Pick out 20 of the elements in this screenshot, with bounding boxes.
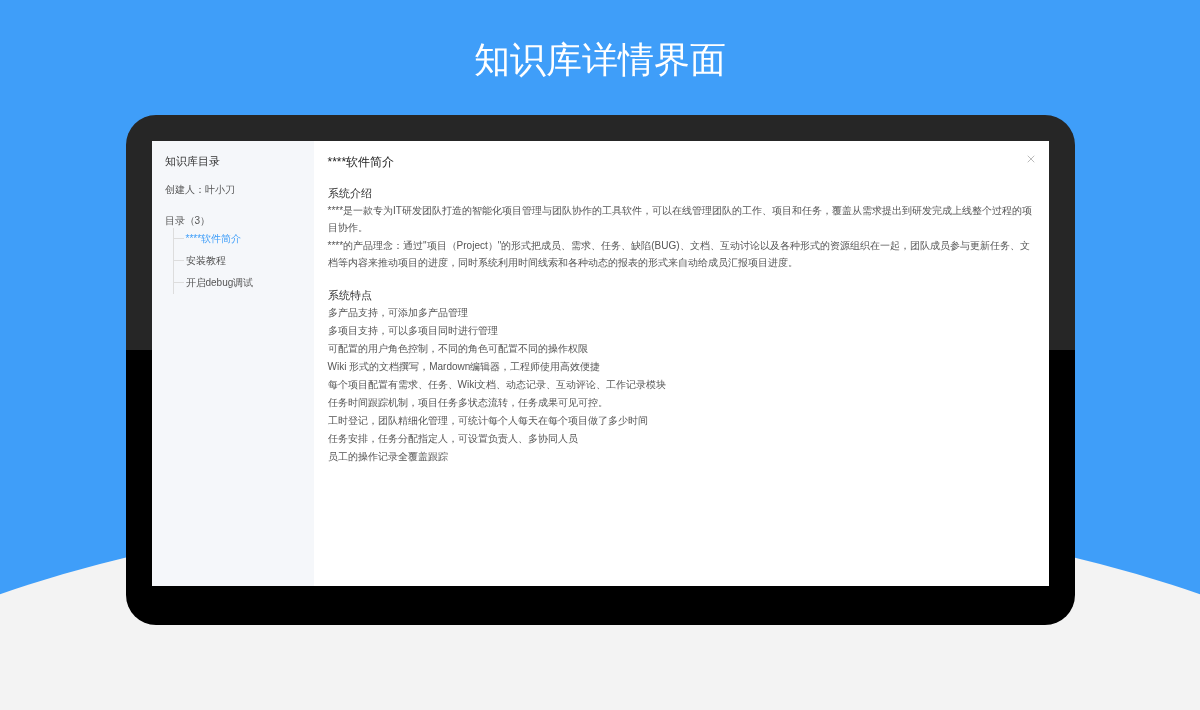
paragraph: 员工的操作记录全覆盖跟踪 bbox=[327, 450, 449, 464]
paragraph: 工时登记，团队精细化管理，可统计每个人每天在每个项目做了多少时间 bbox=[327, 414, 649, 428]
toc-label: 目录（3） bbox=[164, 213, 212, 228]
paragraph: 任务安排，任务分配指定人，可设置负责人、多协同人员 bbox=[327, 432, 579, 446]
section-heading: 系统特点 bbox=[327, 288, 373, 303]
document-title: ****软件简介 bbox=[327, 154, 395, 171]
paragraph: 多项目支持，可以多项目同时进行管理 bbox=[327, 324, 499, 338]
paragraph: 可配置的用户角色控制，不同的角色可配置不同的操作权限 bbox=[327, 342, 589, 356]
paragraph: ****的产品理念：通过"项目（Project）"的形式把成员、需求、任务、缺陷(BUG)、文档、互动讨论以及各种形式的资源组织在一起，团队成员参与更新任务、文档等内容来推动项目的进度，同时系统利用时间线索和各种动态的报表的形式来自动给成员汇报项目进度。 bbox=[327, 239, 1031, 270]
toc-item[interactable]: 安装教程 bbox=[185, 253, 226, 268]
creator-label: 创建人：叶小刀 bbox=[164, 182, 236, 197]
banner-title: 知识库详情界面 bbox=[474, 38, 726, 82]
paragraph: 每个项目配置有需求、任务、Wiki文档、动态记录、互动评论、工作记录模块 bbox=[327, 378, 668, 392]
paragraph: 多产品支持，可添加多产品管理 bbox=[327, 306, 469, 320]
paragraph: 任务时间跟踪机制，项目任务多状态流转，任务成果可见可控。 bbox=[327, 396, 609, 410]
paragraph: Wiki 形式的文档撰写，Mardown编辑器，工程师使用高效便捷 bbox=[327, 360, 602, 374]
toc-item[interactable]: 开启debug调试 bbox=[185, 275, 254, 290]
sidebar-heading: 知识库目录 bbox=[164, 154, 221, 169]
paragraph: ****是一款专为IT研发团队打造的智能化项目管理与团队协作的工具软件，可以在线管理团队的工作、项目和任务，覆盖从需求提出到研发完成上线整个过程的项目协作。 bbox=[327, 204, 1033, 235]
section-heading: 系统介绍 bbox=[327, 186, 373, 201]
